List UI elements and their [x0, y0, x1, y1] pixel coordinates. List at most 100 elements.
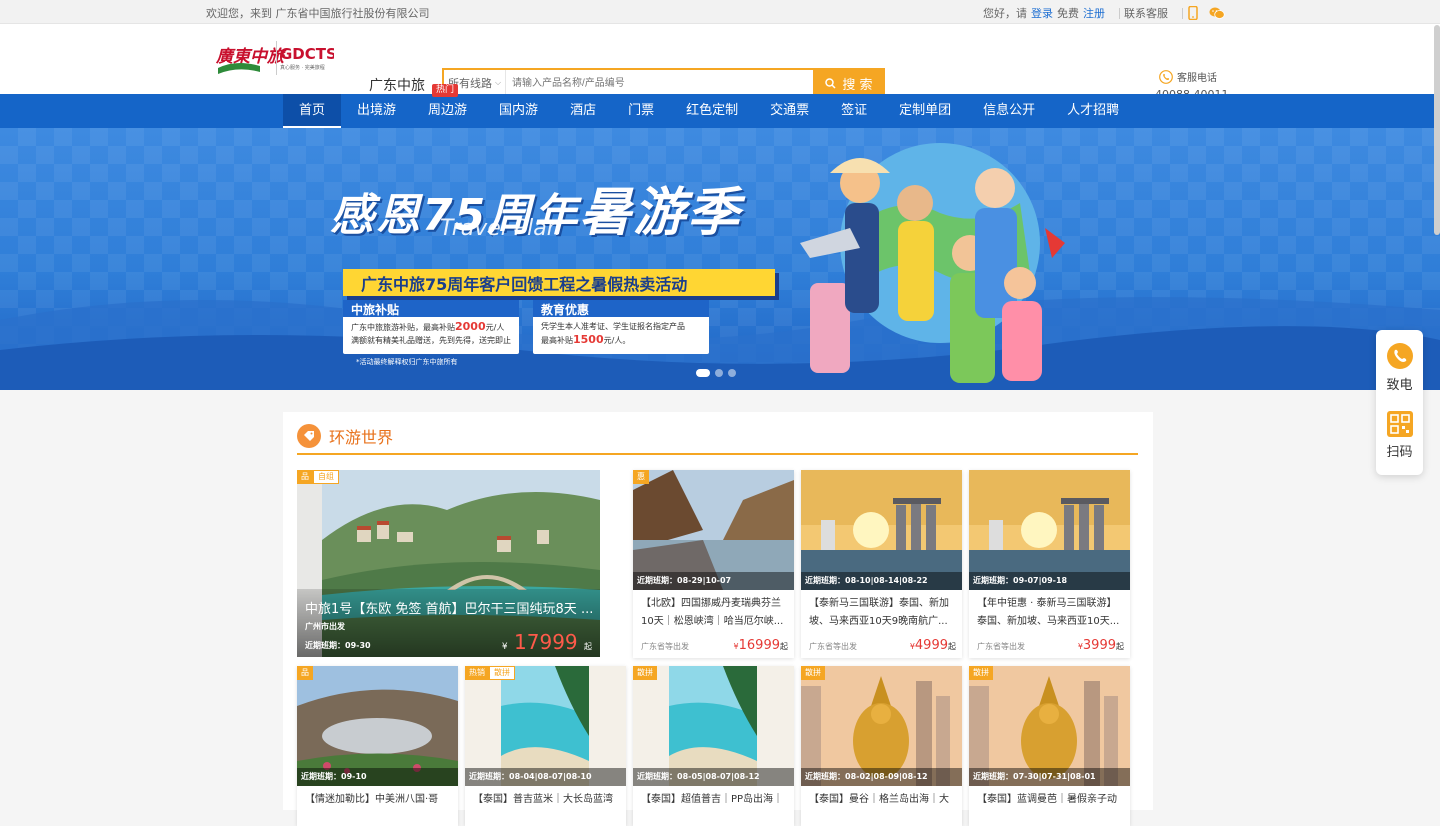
card-title: 【情迷加勒比】中美洲八国·哥 — [305, 794, 439, 805]
section-title: 环游世界 — [297, 424, 393, 448]
scan-button[interactable]: 扫码 — [1376, 411, 1423, 460]
phone-icon — [1386, 342, 1414, 370]
nav-item-red-custom[interactable]: 红色定制 — [670, 94, 754, 128]
nav-item-visa[interactable]: 签证 — [825, 94, 883, 128]
floating-contact-panel: 致电 扫码 — [1376, 330, 1423, 475]
tag-badge: 品 — [297, 470, 313, 484]
card-price: ¥3999起 — [1077, 638, 1124, 653]
card-title: 【年中钜惠 · 泰新马三国联游】泰国、新加坡、马来西亚10天... — [977, 598, 1120, 627]
tag-badge: 散拼 — [801, 666, 825, 680]
card-date: 近期班期：07-30|07-31|08-01 — [969, 768, 1130, 786]
search-input[interactable] — [506, 70, 813, 96]
nav-item-custom-group[interactable]: 定制单团 — [883, 94, 967, 128]
product-card[interactable]: 惠 近期班期：08-29|10-07 【北欧】四国挪威丹麦瑞典芬兰10天｜松恩峡… — [633, 470, 794, 658]
card-date: 近期班期：08-02|08-09|08-12 — [801, 768, 962, 786]
carousel-dot[interactable] — [728, 369, 736, 377]
banner-script: Travel Plan — [440, 216, 561, 241]
card-price: ¥16999起 — [733, 638, 788, 653]
register-group: 免费 注册 — [1057, 7, 1105, 20]
card-date: 近期班期：08-05|08-07|08-12 — [633, 768, 794, 786]
nav-item-home[interactable]: 首页 — [283, 94, 342, 128]
site-logo[interactable]: 廣東中旅 GDCTS 真心服务 · 完美旅程 — [215, 35, 337, 85]
card-title: 【泰新马三国联游】泰国、新加坡、马来西亚10天9晚南航广... — [809, 598, 949, 627]
card-departure: 广东省等出发 — [977, 642, 1025, 651]
product-card[interactable]: 散拼 近期班期：08-02|08-09|08-12 【泰国】曼谷｜格兰岛出海｜大 — [801, 666, 962, 826]
product-card[interactable]: 近期班期：09-07|09-18 【年中钜惠 · 泰新马三国联游】泰国、新加坡、… — [969, 470, 1130, 658]
card-title: 【泰国】曼谷｜格兰岛出海｜大 — [809, 794, 949, 805]
nav-item-hotel[interactable]: 酒店 — [554, 94, 612, 128]
feature-price: ¥ 17999 起 — [501, 630, 592, 654]
card-price: ¥4999起 — [909, 638, 956, 653]
product-card[interactable]: 品 近期班期：09-10 【情迷加勒比】中美洲八国·哥 — [297, 666, 458, 826]
feature-date: 近期班期：09-30 — [305, 641, 371, 650]
register-link[interactable]: 注册 — [1083, 7, 1105, 20]
section-divider — [297, 453, 1138, 455]
nav-item-transport[interactable]: 交通票 — [754, 94, 825, 128]
login-link[interactable]: 登录 — [1031, 7, 1053, 20]
tag-badge: 散拼 — [633, 666, 657, 680]
divider — [1119, 7, 1120, 19]
product-card[interactable]: 散拼 近期班期：08-05|08-07|08-12 【泰国】超值普吉｜PP岛出海… — [633, 666, 794, 826]
card-title: 【泰国】普吉蓝米｜大长岛蓝湾 — [473, 794, 613, 805]
nav-item-domestic[interactable]: 国内游 — [483, 94, 554, 128]
card-date: 近期班期：08-29|10-07 — [633, 572, 794, 590]
carousel-dots — [696, 369, 736, 377]
chevron-down-icon: ⌵ — [495, 78, 502, 87]
nav-item-info[interactable]: 信息公开 — [967, 94, 1051, 128]
greeting-text: 您好，请 登录 — [983, 7, 1053, 20]
svg-text:真心服务 · 完美旅程: 真心服务 · 完美旅程 — [280, 64, 325, 71]
call-button[interactable]: 致电 — [1376, 342, 1423, 393]
tag-badge: 散拼 — [489, 666, 515, 680]
product-card[interactable]: 近期班期：08-10|08-14|08-22 【泰新马三国联游】泰国、新加坡、马… — [801, 470, 962, 658]
top-bar-right: 您好，请 登录 免费 注册 联系客服 — [983, 5, 1229, 21]
nav-item-tickets[interactable]: 门票 — [612, 94, 670, 128]
search-icon — [825, 77, 836, 89]
card-departure: 广东省等出发 — [809, 642, 857, 651]
feature-product-card[interactable]: 品 自组 中旅1号【东欧 免签 首航】巴尔干三国纯玩8天 ... 广州市出发 近… — [297, 470, 600, 657]
promo-banner[interactable]: 感恩75周年暑游季 Travel Plan 广东中旅75周年客户回馈工程之暑假热… — [0, 128, 1440, 390]
product-card[interactable]: 散拼 近期班期：07-30|07-31|08-01 【泰国】蓝调曼芭｜暑假亲子动 — [969, 666, 1130, 826]
tag-badge: 散拼 — [969, 666, 993, 680]
banner-note: *活动最终解释权归广东中旅所有 — [356, 358, 458, 366]
nav-item-jobs[interactable]: 人才招聘 — [1051, 94, 1135, 128]
card-date: 近期班期：09-07|09-18 — [969, 572, 1130, 590]
welcome-text: 欢迎您，来到 广东省中国旅行社股份有限公司 — [206, 7, 430, 20]
contact-service-link[interactable]: 联系客服 — [1124, 5, 1168, 21]
travelers-illustration — [800, 143, 1065, 383]
education-card: 教育优惠 凭学生本人准考证、学生证报名指定产品 最高补贴1500元/人。 — [533, 300, 709, 354]
card-title: 【泰国】蓝调曼芭｜暑假亲子动 — [977, 794, 1117, 805]
tag-icon — [297, 424, 321, 448]
tag-badge: 品 — [297, 666, 313, 680]
card-title: 【北欧】四国挪威丹麦瑞典芬兰10天｜松恩峡湾｜哈当厄尔峡... — [641, 598, 784, 627]
feature-title: 中旅1号【东欧 免签 首航】巴尔干三国纯玩8天 ... — [305, 602, 594, 617]
card-date: 近期班期：08-04|08-07|08-10 — [465, 768, 626, 786]
card-title: 【泰国】超值普吉｜PP岛出海｜ — [641, 794, 784, 805]
mobile-icon[interactable] — [1187, 6, 1199, 20]
site-header: 廣東中旅 GDCTS 真心服务 · 完美旅程 广东中旅 所有线路 ⌵ 搜 索 客… — [0, 24, 1440, 101]
carousel-dot[interactable] — [715, 369, 723, 377]
card-departure: 广东省等出发 — [641, 642, 689, 651]
phone-icon — [1159, 69, 1173, 84]
carousel-dot[interactable] — [696, 369, 710, 377]
nav-item-nearby[interactable]: 热门 周边游 — [412, 84, 483, 128]
wechat-icon[interactable] — [1209, 6, 1225, 20]
product-card[interactable]: 热销 散拼 近期班期：08-04|08-07|08-10 【泰国】普吉蓝米｜大长岛… — [465, 666, 626, 826]
divider — [1182, 7, 1183, 19]
page-scrollbar[interactable] — [1434, 25, 1440, 235]
qr-code-icon — [1386, 411, 1413, 437]
main-nav: 首页 出境游 热门 周边游 国内游 酒店 门票 红色定制 交通票 签证 定制单团 … — [0, 84, 1440, 128]
banner-subtitle: 广东中旅75周年客户回馈工程之暑假热卖活动 — [343, 269, 775, 296]
tag-badge: 自组 — [313, 470, 339, 484]
nav-item-outbound[interactable]: 出境游 — [341, 94, 412, 128]
brand-name: 广东中旅 — [369, 78, 425, 94]
hot-badge: 热门 — [432, 84, 459, 97]
svg-text:GDCTS: GDCTS — [280, 45, 334, 63]
card-date: 近期班期：08-10|08-14|08-22 — [801, 572, 962, 590]
tag-badge: 热销 — [465, 666, 489, 680]
subsidy-card: 中旅补贴 广东中旅旅游补贴，最高补贴2000元/人 满额就有精美礼品赠送，先到先得… — [343, 300, 519, 354]
card-date: 近期班期：09-10 — [297, 768, 458, 786]
top-bar: 欢迎您，来到 广东省中国旅行社股份有限公司 您好，请 登录 免费 注册 联系客服 — [0, 0, 1440, 24]
world-tour-section: 环游世界 品 自组 中旅1号【东欧 免签 首航】巴尔干三国纯玩8天 ... 广州… — [283, 412, 1153, 826]
tag-badge: 惠 — [633, 470, 649, 484]
feature-city: 广州市出发 — [305, 622, 345, 631]
